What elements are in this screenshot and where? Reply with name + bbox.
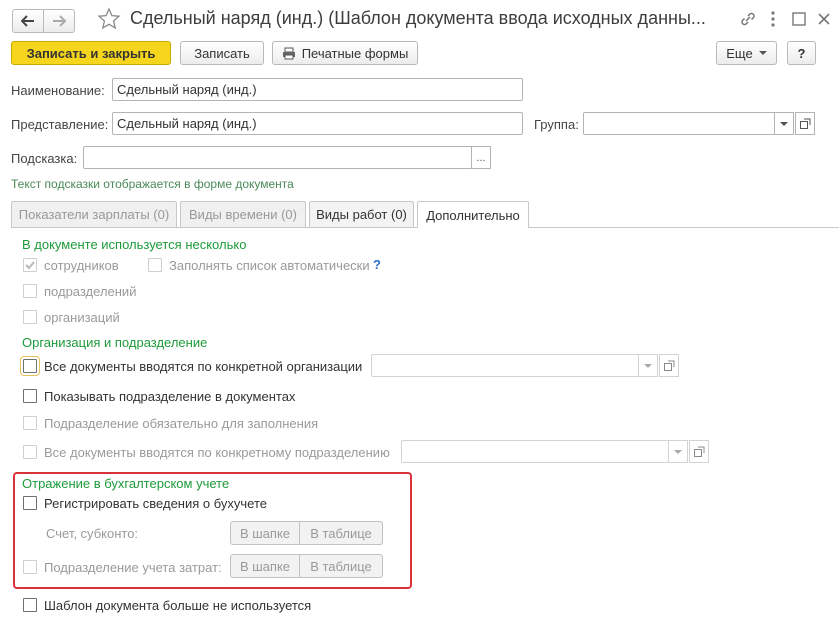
autofill-help-icon[interactable]: ? bbox=[373, 257, 381, 272]
specific-dept-checkbox[interactable] bbox=[23, 445, 37, 459]
organization-input[interactable] bbox=[371, 354, 639, 377]
forward-button[interactable] bbox=[43, 9, 75, 33]
tab-time-types[interactable]: Виды времени (0) bbox=[180, 201, 306, 227]
name-input[interactable]: Сдельный наряд (инд.) bbox=[112, 78, 523, 101]
section-multi-title: В документе используется несколько bbox=[22, 237, 247, 252]
not-used-checkbox[interactable] bbox=[23, 598, 37, 612]
employees-checkbox bbox=[23, 258, 37, 272]
printer-icon bbox=[282, 47, 295, 59]
tab-salary-indicators[interactable]: Показатели зарплаты (0) bbox=[11, 201, 177, 227]
organization-open-button[interactable] bbox=[659, 354, 679, 377]
organizations-label: организаций bbox=[44, 310, 120, 325]
dept-required-checkbox[interactable] bbox=[23, 416, 37, 430]
hint-note: Текст подсказки отображается в форме док… bbox=[11, 177, 294, 191]
maximize-icon[interactable] bbox=[789, 9, 809, 29]
representation-input[interactable]: Сдельный наряд (инд.) bbox=[112, 112, 523, 135]
departments-label: подразделений bbox=[44, 284, 137, 299]
department-dropdown-button[interactable] bbox=[668, 440, 688, 463]
autofill-checkbox[interactable] bbox=[148, 258, 162, 272]
cost-dept-in-table-button[interactable]: В таблице bbox=[299, 554, 383, 578]
help-button[interactable]: ? bbox=[787, 41, 816, 65]
ellipsis-icon: ... bbox=[476, 151, 486, 164]
arrow-left-icon bbox=[21, 15, 34, 27]
department-open-button[interactable] bbox=[689, 440, 709, 463]
register-accounting-checkbox[interactable] bbox=[23, 496, 37, 510]
close-icon[interactable] bbox=[814, 9, 834, 29]
specific-org-checkbox[interactable] bbox=[20, 356, 40, 376]
save-and-close-button[interactable]: Записать и закрыть bbox=[11, 41, 171, 65]
account-in-table-button[interactable]: В таблице bbox=[299, 521, 383, 545]
specific-dept-label: Все документы вводятся по конкретному по… bbox=[44, 445, 390, 460]
show-dept-checkbox[interactable] bbox=[23, 389, 37, 403]
account-label: Счет, субконто: bbox=[46, 526, 139, 541]
register-accounting-label: Регистрировать сведения о бухучете bbox=[44, 496, 268, 511]
save-button[interactable]: Записать bbox=[180, 41, 264, 65]
hint-label: Подсказка: bbox=[11, 151, 78, 166]
group-dropdown-button[interactable] bbox=[774, 112, 794, 135]
tab-divider-right bbox=[528, 227, 839, 228]
more-vertical-icon[interactable] bbox=[766, 9, 780, 29]
departments-checkbox[interactable] bbox=[23, 284, 37, 298]
organizations-checkbox[interactable] bbox=[23, 310, 37, 324]
link-icon[interactable] bbox=[738, 9, 758, 29]
open-form-icon bbox=[799, 118, 810, 129]
section-org-title: Организация и подразделение bbox=[22, 335, 208, 350]
group-label: Группа: bbox=[534, 117, 579, 132]
group-open-button[interactable] bbox=[795, 112, 815, 135]
account-in-header-button[interactable]: В шапке bbox=[230, 521, 300, 545]
cost-dept-label: Подразделение учета затрат: bbox=[44, 560, 222, 575]
hint-input[interactable] bbox=[83, 146, 472, 169]
section-acc-title: Отражение в бухгалтерском учете bbox=[22, 476, 230, 491]
chevron-down-icon bbox=[758, 51, 767, 55]
hint-select-button[interactable]: ... bbox=[471, 146, 491, 169]
organization-dropdown-button[interactable] bbox=[638, 354, 658, 377]
back-button[interactable] bbox=[12, 9, 44, 33]
cost-dept-checkbox[interactable] bbox=[23, 560, 37, 574]
tab-divider bbox=[11, 227, 417, 228]
chevron-down-icon bbox=[674, 449, 682, 454]
representation-label: Представление: bbox=[11, 117, 109, 132]
autofill-label: Заполнять список автоматически bbox=[169, 258, 370, 273]
open-form-icon bbox=[693, 446, 704, 457]
group-input[interactable] bbox=[583, 112, 775, 135]
chevron-down-icon bbox=[780, 121, 788, 126]
arrow-right-icon bbox=[53, 15, 66, 27]
department-input[interactable] bbox=[401, 440, 669, 463]
not-used-label: Шаблон документа больше не используется bbox=[44, 598, 312, 613]
name-label: Наименование: bbox=[11, 83, 105, 98]
window-title: Сдельный наряд (инд.) (Шаблон документа … bbox=[130, 8, 706, 28]
cost-dept-in-header-button[interactable]: В шапке bbox=[230, 554, 300, 578]
employees-label: сотрудников bbox=[44, 258, 119, 273]
favorite-star-icon[interactable] bbox=[97, 7, 121, 31]
open-form-icon bbox=[663, 360, 674, 371]
more-button[interactable]: Еще bbox=[716, 41, 777, 65]
print-forms-button[interactable]: Печатные формы bbox=[272, 41, 418, 65]
chevron-down-icon bbox=[644, 363, 652, 368]
tab-additional[interactable]: Дополнительно bbox=[417, 201, 529, 228]
specific-org-label: Все документы вводятся по конкретной орг… bbox=[44, 359, 363, 374]
tab-work-types[interactable]: Виды работ (0) bbox=[309, 201, 414, 227]
checkmark-icon bbox=[25, 261, 35, 270]
show-dept-label: Показывать подразделение в документах bbox=[44, 389, 296, 404]
dept-required-label: Подразделение обязательно для заполнения bbox=[44, 416, 319, 431]
